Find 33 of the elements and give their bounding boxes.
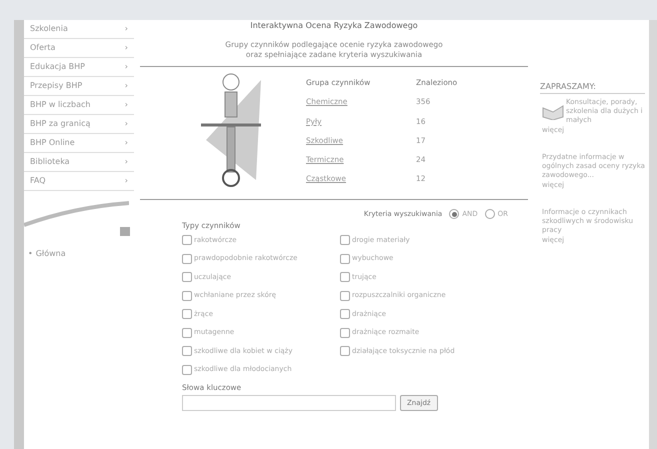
menu-item[interactable]: FAQ › [24,172,134,191]
checkbox[interactable] [182,309,192,319]
checkbox[interactable] [182,272,192,282]
aside-title: ZAPRASZAMY: [540,82,645,94]
menu-item[interactable]: Szkolenia › [24,20,134,39]
keywords-field[interactable] [182,395,396,411]
menu-item[interactable]: Oferta › [24,39,134,58]
home-link[interactable]: Główna [36,248,66,260]
checkbox[interactable] [340,235,350,245]
checkbox[interactable] [340,254,350,264]
checkbox[interactable] [340,272,350,282]
checkbox[interactable] [340,346,350,356]
checkbox[interactable] [182,328,192,338]
scrollbar[interactable] [649,20,657,449]
checkbox[interactable] [340,290,350,300]
bullet-icon: • [28,248,33,260]
checkbox[interactable] [340,328,350,338]
checkbox[interactable] [182,364,192,374]
radio-button[interactable] [449,209,460,220]
page-title: Interaktywna Ocena Ryzyka Zawodowego [250,20,418,32]
menu-item[interactable]: BHP za granicą › [24,115,134,134]
checkbox[interactable] [182,346,192,356]
checkbox[interactable] [182,254,192,264]
menu-item[interactable]: Biblioteka › [24,153,134,172]
menu-item[interactable]: BHP w liczbach › [24,96,134,115]
radio-button[interactable] [484,209,495,220]
menu-item[interactable]: BHP Online › [24,134,134,153]
checkbox[interactable] [182,290,192,300]
checkbox[interactable] [340,309,350,319]
menu-item[interactable]: Przepisy BHP › [24,77,134,96]
checkbox[interactable] [182,235,192,245]
book-icon [542,104,564,120]
menu-item[interactable]: Edukacja BHP › [24,58,134,77]
